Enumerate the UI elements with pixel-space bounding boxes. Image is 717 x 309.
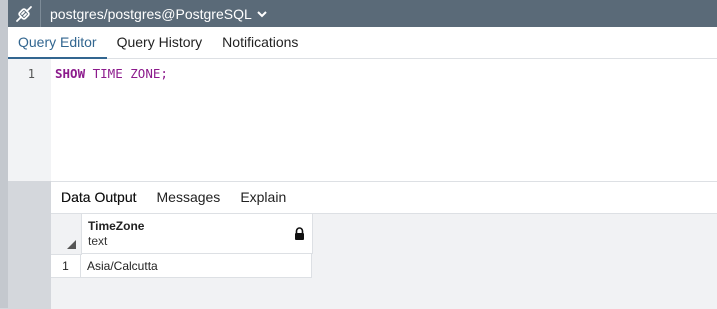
connection-label[interactable]: postgres/postgres@PostgreSQL — [50, 6, 252, 22]
result-tabs: Data Output Messages Explain — [51, 182, 717, 214]
grid-header-row: TimeZone text — [51, 214, 313, 255]
sql-statement-rest: TIME ZONE; — [85, 66, 168, 81]
column-header-timezone[interactable]: TimeZone text — [82, 214, 313, 254]
tab-notifications[interactable]: Notifications — [212, 27, 308, 58]
data-grid: TimeZone text 1 Asia/Calcutta — [51, 214, 313, 278]
plug-icon[interactable] — [8, 0, 41, 27]
chevron-down-icon[interactable] — [257, 10, 267, 18]
table-row: 1 Asia/Calcutta — [51, 254, 313, 278]
column-name: TimeZone — [88, 219, 145, 233]
code-area[interactable]: SHOW TIME ZONE; — [51, 59, 717, 181]
connection-bar: postgres/postgres@PostgreSQL — [8, 0, 717, 27]
tab-query-history[interactable]: Query History — [107, 27, 213, 58]
tab-explain[interactable]: Explain — [230, 182, 296, 213]
column-type: text — [88, 234, 108, 248]
tab-messages[interactable]: Messages — [147, 182, 231, 213]
editor-tabs: Query Editor Query History Notifications — [8, 27, 717, 59]
select-all-corner[interactable] — [51, 214, 82, 255]
left-panel-edge — [0, 0, 8, 308]
sql-editor[interactable]: 1 SHOW TIME ZONE; — [8, 59, 717, 181]
line-number: 1 — [27, 67, 35, 81]
sql-keyword-show: SHOW — [55, 66, 86, 81]
tab-data-output[interactable]: Data Output — [51, 182, 147, 213]
row-number[interactable]: 1 — [51, 254, 81, 278]
tab-query-editor[interactable]: Query Editor — [8, 27, 107, 59]
table-cell[interactable]: Asia/Calcutta — [81, 254, 312, 278]
lock-icon — [294, 227, 305, 245]
line-gutter: 1 — [8, 59, 51, 181]
results-panel: Data Output Messages Explain TimeZone te… — [51, 181, 717, 309]
